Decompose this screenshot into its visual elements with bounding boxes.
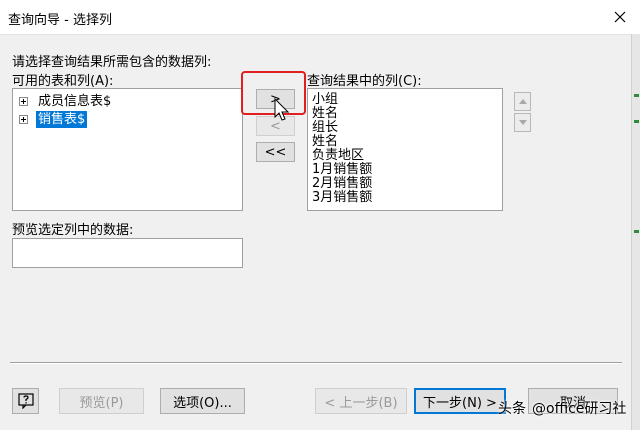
tree-item-label: 成员信息表$ — [38, 94, 112, 109]
watermark-brand: 头条 — [498, 401, 526, 417]
result-columns-label: 查询结果中的列(C): — [307, 74, 422, 89]
result-columns-list[interactable]: 小组 姓名 组长 姓名 负责地区 1月销售额 2月销售额 3月销售额 — [307, 88, 503, 211]
tree-item-member-table[interactable]: 成员信息表$ — [19, 93, 113, 110]
title-bar: 查询向导 - 选择列 — [0, 0, 640, 35]
preview-label: 预览选定列中的数据: — [12, 223, 134, 238]
preview-button[interactable]: 预览(P) — [59, 388, 144, 414]
cell-marker — [634, 230, 639, 233]
expand-icon[interactable] — [19, 97, 28, 106]
mouse-cursor-icon — [274, 98, 290, 121]
next-button[interactable]: 下一步(N) > — [414, 388, 506, 414]
arrow-up-icon — [518, 99, 527, 104]
close-icon — [614, 11, 626, 23]
cell-marker — [634, 94, 639, 97]
move-down-button[interactable] — [514, 113, 531, 132]
available-label: 可用的表和列(A): — [12, 74, 114, 89]
background-window-strip — [631, 34, 640, 430]
list-item[interactable]: 小组 — [312, 93, 338, 107]
window-title: 查询向导 - 选择列 — [8, 13, 112, 28]
cell-marker — [634, 120, 639, 123]
instruction-text: 请选择查询结果所需包含的数据列: — [12, 55, 212, 70]
tree-item-sales-table[interactable]: 销售表$ — [19, 111, 88, 128]
list-item[interactable]: 1月销售额 — [312, 163, 372, 177]
list-item[interactable]: 姓名 — [312, 107, 338, 121]
tree-item-label: 销售表$ — [36, 111, 88, 128]
list-item[interactable]: 3月销售额 — [312, 191, 372, 205]
help-button[interactable] — [12, 388, 39, 414]
preview-data-field — [12, 238, 243, 268]
move-up-button[interactable] — [514, 92, 531, 111]
remove-all-columns-button[interactable]: << — [256, 142, 295, 162]
list-item[interactable]: 姓名 — [312, 135, 338, 149]
watermark-handle: @office研习社 — [532, 401, 627, 417]
watermark: 头条 @office研习社 — [498, 398, 626, 418]
list-item[interactable]: 2月销售额 — [312, 177, 372, 191]
close-button[interactable] — [600, 0, 640, 34]
arrow-down-icon — [518, 120, 527, 125]
list-item[interactable]: 负责地区 — [312, 149, 364, 163]
help-icon — [17, 393, 34, 409]
available-tables-list[interactable]: 成员信息表$ 销售表$ — [12, 88, 243, 211]
options-button[interactable]: 选项(O)... — [160, 388, 245, 414]
list-item[interactable]: 组长 — [312, 121, 338, 135]
expand-icon[interactable] — [19, 115, 28, 124]
back-button[interactable]: < 上一步(B) — [315, 388, 407, 414]
divider — [10, 362, 622, 364]
